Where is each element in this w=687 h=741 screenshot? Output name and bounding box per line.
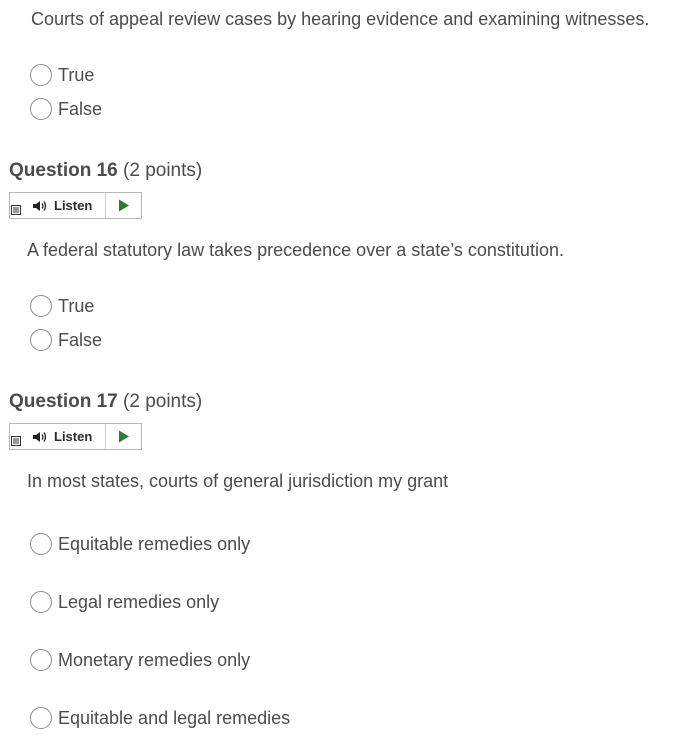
option-label: Equitable and legal remedies bbox=[58, 707, 291, 728]
option-label: False bbox=[58, 329, 103, 350]
option-label: Equitable remedies only bbox=[58, 533, 251, 554]
question-number: Question 17 bbox=[9, 391, 118, 412]
radio-button[interactable] bbox=[30, 533, 52, 555]
q16-option-true[interactable]: True bbox=[30, 292, 94, 320]
question-number: Question 16 bbox=[9, 160, 118, 181]
listen-button[interactable]: Listen bbox=[22, 193, 106, 218]
listen-button[interactable]: Listen bbox=[22, 424, 106, 449]
play-icon[interactable] bbox=[106, 424, 141, 449]
menu-icon[interactable] bbox=[10, 193, 22, 218]
option-label: True bbox=[58, 64, 95, 85]
question-17-header: Question 17 (2 points) bbox=[9, 391, 202, 413]
radio-button[interactable] bbox=[30, 295, 52, 317]
option-label: True bbox=[58, 295, 95, 316]
q15-option-false[interactable]: False bbox=[30, 95, 102, 123]
speaker-icon bbox=[32, 431, 48, 443]
q17-option-3[interactable]: Monetary remedies only bbox=[30, 646, 250, 674]
question-15-text: Courts of appeal review cases by hearing… bbox=[31, 9, 650, 29]
radio-button[interactable] bbox=[30, 98, 52, 120]
q17-option-2[interactable]: Legal remedies only bbox=[30, 588, 219, 616]
q17-option-4[interactable]: Equitable and legal remedies bbox=[30, 704, 290, 732]
q16-listen-toolbar: Listen bbox=[9, 192, 142, 219]
radio-button[interactable] bbox=[30, 329, 52, 351]
radio-button[interactable] bbox=[30, 707, 52, 729]
play-icon[interactable] bbox=[106, 193, 141, 218]
radio-button[interactable] bbox=[30, 591, 52, 613]
question-17-text: In most states, courts of general jurisd… bbox=[27, 471, 449, 491]
question-16-header: Question 16 (2 points) bbox=[9, 160, 202, 182]
option-label: False bbox=[58, 98, 103, 119]
question-16-text: A federal statutory law takes precedence… bbox=[27, 240, 564, 260]
menu-icon[interactable] bbox=[10, 424, 22, 449]
question-points: (2 points) bbox=[123, 160, 203, 181]
radio-button[interactable] bbox=[30, 649, 52, 671]
option-label: Monetary remedies only bbox=[58, 649, 251, 670]
listen-label: Listen bbox=[54, 429, 93, 444]
speaker-icon bbox=[32, 200, 48, 212]
radio-button[interactable] bbox=[30, 64, 52, 86]
q15-option-true[interactable]: True bbox=[30, 61, 94, 89]
q16-option-false[interactable]: False bbox=[30, 326, 102, 354]
option-label: Legal remedies only bbox=[58, 591, 220, 612]
question-points: (2 points) bbox=[123, 391, 203, 412]
q17-option-1[interactable]: Equitable remedies only bbox=[30, 530, 250, 558]
listen-label: Listen bbox=[54, 198, 93, 213]
q17-listen-toolbar: Listen bbox=[9, 423, 142, 450]
